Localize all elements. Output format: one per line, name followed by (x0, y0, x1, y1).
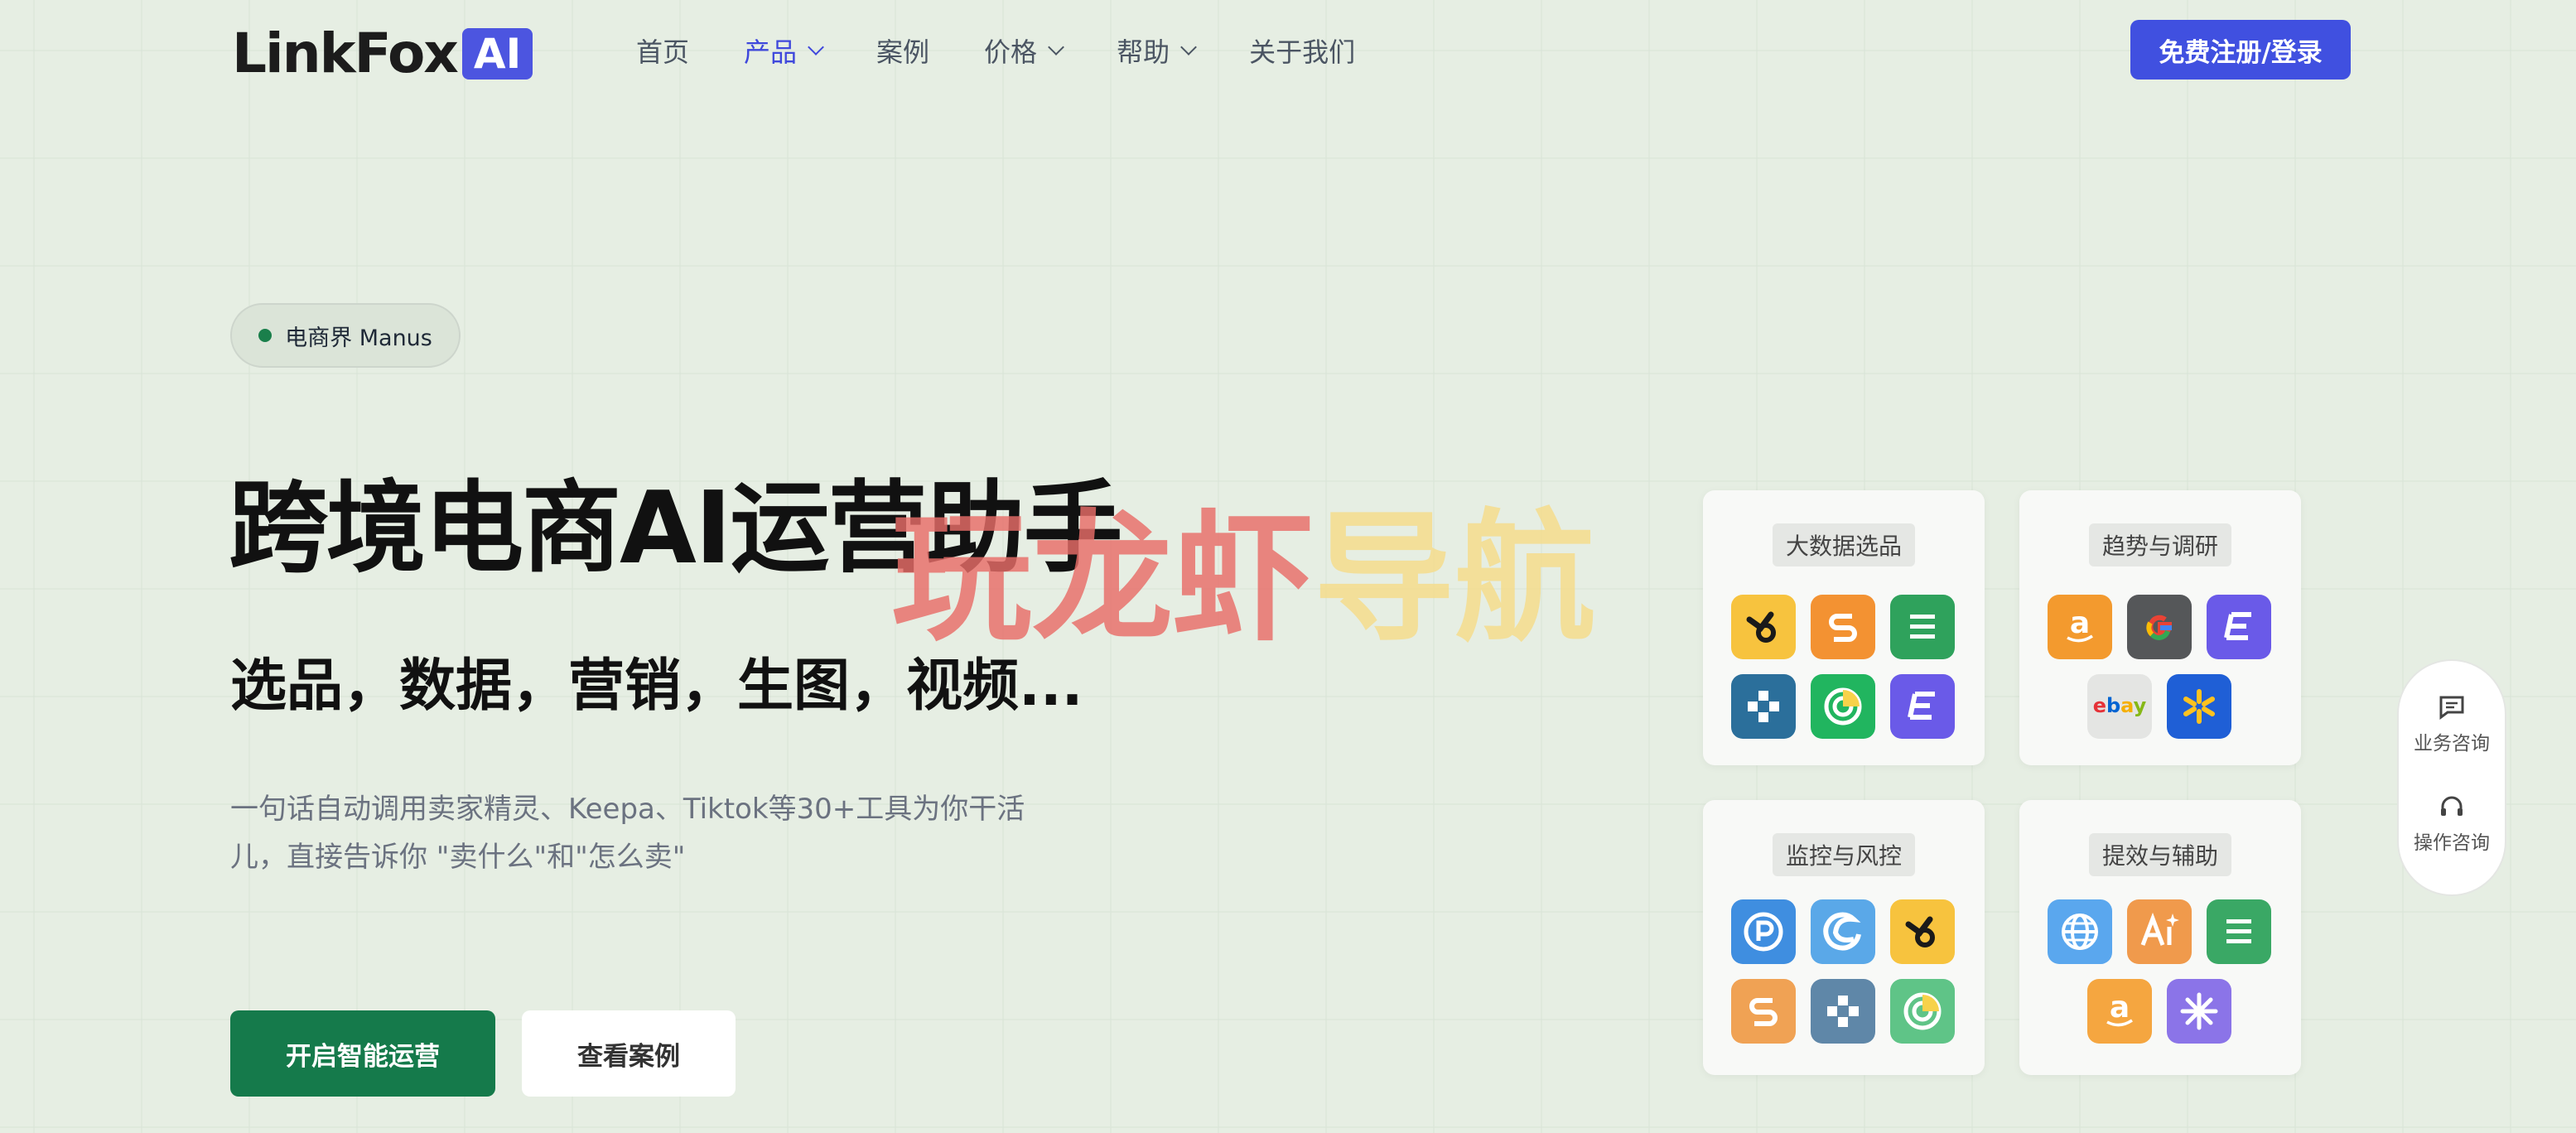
radar-icon[interactable] (1811, 674, 1875, 739)
walmart-icon[interactable] (2167, 674, 2231, 739)
svg-text:a: a (2110, 991, 2130, 1025)
sellersprite-icon[interactable] (1890, 899, 1955, 964)
logo-badge: AI (461, 27, 533, 80)
amazon-icon[interactable]: a (2087, 979, 2152, 1044)
chevron-down-icon (1180, 39, 1197, 55)
logo-text: LinkFox (232, 22, 459, 85)
nav-pricing[interactable]: 价格 (984, 30, 1064, 71)
grid-icon[interactable] (1731, 674, 1796, 739)
business-consult[interactable]: 业务咨询 (2399, 694, 2505, 755)
nav-help[interactable]: 帮助 (1117, 30, 1197, 71)
nav-pricing-label: 价格 (984, 36, 1038, 68)
p-icon[interactable] (1731, 899, 1796, 964)
manus-pill-badge: 电商界 Manus (230, 303, 461, 368)
globe-icon[interactable] (2048, 899, 2112, 964)
svg-text:a: a (2070, 606, 2090, 640)
nav-cases[interactable]: 案例 (876, 30, 929, 71)
svg-text:ebay: ebay (2093, 694, 2147, 717)
ai-text-icon[interactable] (2127, 899, 2192, 964)
card-label: 大数据选品 (1772, 523, 1916, 566)
logo[interactable]: LinkFox AI (232, 22, 533, 85)
sif-icon[interactable] (1731, 979, 1796, 1044)
nav-cases-label: 案例 (876, 36, 930, 68)
nav-products[interactable]: 产品 (744, 30, 824, 71)
start-operation-button[interactable]: 开启智能运营 (230, 1010, 495, 1097)
card-trend-research[interactable]: 趋势与调研 a ebay (2019, 490, 2301, 765)
card-label: 趋势与调研 (2088, 523, 2232, 566)
pill-label: 电商界 Manus (285, 325, 432, 351)
edge-icon[interactable] (1811, 899, 1875, 964)
elf-icon[interactable] (1890, 674, 1955, 739)
sellersprite-icon[interactable] (1731, 595, 1796, 659)
ebay-icon[interactable]: ebay (2087, 674, 2152, 739)
hero-description: 一句话自动调用卖家精灵、Keepa、Tiktok等30+工具为你干活儿，直接告诉… (230, 793, 1025, 874)
consult-side-widget: 业务咨询 操作咨询 (2397, 659, 2506, 896)
elf-icon[interactable] (2207, 595, 2271, 659)
hero-title: 跨境电商AI运营助手 (229, 471, 1123, 586)
card-big-data-selection[interactable]: 大数据选品 (1703, 490, 1985, 765)
message-icon (2439, 696, 2464, 720)
grid-icon[interactable] (1811, 979, 1875, 1044)
business-consult-label: 业务咨询 (2414, 733, 2490, 755)
nav-help-label: 帮助 (1117, 36, 1170, 68)
list-icon[interactable] (2207, 899, 2271, 964)
amazon-icon[interactable]: a (2048, 595, 2112, 659)
radar-icon[interactable] (1890, 979, 1955, 1044)
chevron-down-icon (1048, 39, 1064, 55)
nav-products-label: 产品 (744, 36, 798, 68)
status-dot-icon (258, 329, 273, 342)
sif-icon[interactable] (1811, 595, 1875, 659)
register-login-button[interactable]: 免费注册/登录 (2130, 20, 2351, 80)
card-label: 提效与辅助 (2088, 833, 2232, 876)
card-monitoring-risk[interactable]: 监控与风控 (1703, 800, 1985, 1075)
operation-consult[interactable]: 操作咨询 (2399, 793, 2505, 855)
sparkle-icon[interactable] (2167, 979, 2231, 1044)
chevron-down-icon (808, 39, 824, 55)
main-nav: 首页 产品 案例 价格 帮助 关于我们 (636, 30, 1410, 71)
nav-home-label: 首页 (636, 36, 690, 68)
headset-icon (2441, 796, 2463, 816)
nav-about[interactable]: 关于我们 (1249, 30, 1355, 71)
operation-consult-label: 操作咨询 (2414, 832, 2490, 854)
nav-about-label: 关于我们 (1249, 36, 1356, 68)
view-cases-button[interactable]: 查看案例 (522, 1010, 736, 1097)
hero-subtitle: 选品，数据，营销，生图，视频... (230, 653, 1083, 719)
card-efficiency-assist[interactable]: 提效与辅助 a (2019, 800, 2301, 1075)
card-label: 监控与风控 (1772, 833, 1916, 876)
list-icon[interactable] (1890, 595, 1955, 659)
nav-home[interactable]: 首页 (636, 30, 689, 71)
google-icon[interactable] (2127, 595, 2192, 659)
